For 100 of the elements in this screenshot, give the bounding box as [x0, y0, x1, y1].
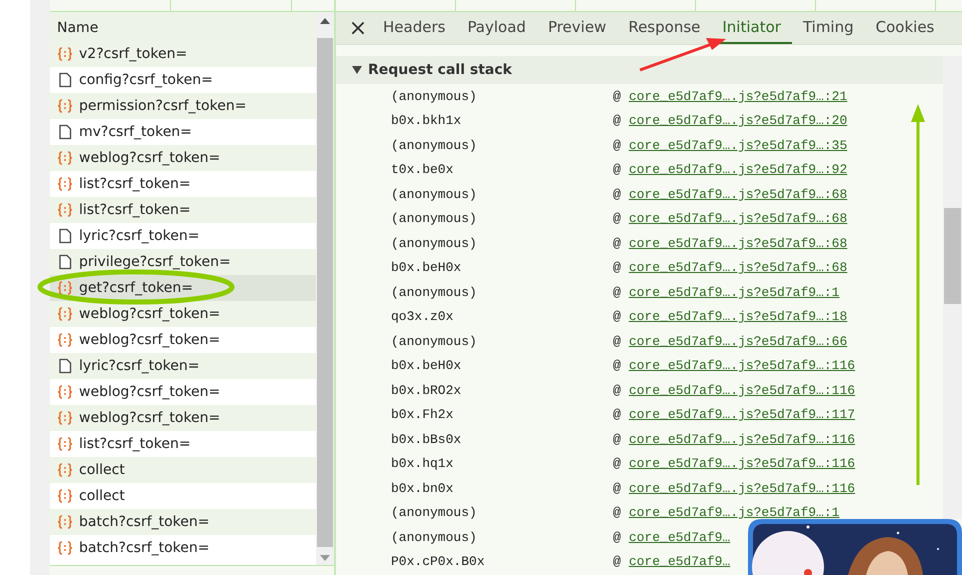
code-braces-icon	[57, 462, 73, 478]
source-link[interactable]: core_e5d7af9…	[628, 554, 730, 570]
code-braces-icon	[57, 332, 73, 348]
source-link[interactable]: core_e5d7af9…	[628, 530, 730, 545]
document-icon	[57, 358, 73, 374]
tab[interactable]: Cookies	[864, 12, 946, 44]
code-braces-icon	[57, 540, 73, 556]
at-sign: @	[613, 309, 621, 324]
request-row[interactable]: weblog?csrf_token=	[50, 145, 316, 171]
at-sign: @	[613, 211, 621, 226]
at-sign: @	[613, 113, 621, 128]
down-arrow-icon[interactable]	[320, 555, 330, 561]
up-arrow-icon[interactable]	[320, 18, 330, 24]
tab[interactable]: Payload	[456, 12, 537, 44]
code-braces-icon	[57, 176, 73, 192]
function-name: (anonymous)	[390, 505, 478, 520]
source-link[interactable]: core_e5d7af9….js?e5d7af9…:92	[628, 162, 848, 178]
source-link[interactable]: core_e5d7af9….js?e5d7af9…:68	[628, 211, 848, 226]
code-braces-icon	[57, 488, 73, 504]
at-sign: @	[613, 554, 621, 570]
function-name: b0x.beH0x	[390, 260, 462, 276]
function-name: (anonymous)	[390, 186, 478, 202]
source-link[interactable]: core_e5d7af9….js?e5d7af9…:68	[628, 236, 848, 251]
source-link[interactable]: core_e5d7af9….js?e5d7af9…:116	[628, 456, 856, 472]
document-icon	[57, 72, 73, 88]
scrollbar[interactable]	[943, 56, 962, 519]
request-row[interactable]: batch?csrf_token=	[50, 509, 316, 535]
function-name: b0x.bn0x	[390, 480, 454, 496]
tab[interactable]: Preview	[536, 12, 618, 44]
tab[interactable]: Timing	[792, 12, 865, 44]
request-row[interactable]: collect	[50, 457, 316, 483]
code-braces-icon	[57, 150, 73, 166]
code-braces-icon	[57, 436, 73, 452]
code-braces-icon	[57, 98, 73, 114]
tab[interactable]: Headers	[372, 12, 456, 44]
source-link[interactable]: core_e5d7af9….js?e5d7af9…:116	[628, 432, 856, 447]
source-link[interactable]: core_e5d7af9….js?e5d7af9…:20	[628, 113, 848, 128]
function-name: b0x.bRO2x	[390, 382, 462, 398]
at-sign: @	[613, 162, 621, 178]
source-link[interactable]: core_e5d7af9….js?e5d7af9…:1	[628, 284, 840, 300]
source-link[interactable]: core_e5d7af9….js?e5d7af9…:117	[628, 407, 856, 422]
function-name: (anonymous)	[390, 88, 478, 104]
tab[interactable]: Response	[617, 12, 712, 44]
at-sign: @	[613, 407, 621, 422]
at-sign: @	[613, 432, 621, 447]
at-sign: @	[613, 505, 621, 520]
function-name: b0x.bBs0x	[390, 432, 462, 447]
request-row[interactable]: privilege?csrf_token=	[50, 249, 316, 275]
source-link[interactable]: core_e5d7af9….js?e5d7af9…:66	[628, 334, 848, 349]
request-row[interactable]: weblog?csrf_token=	[50, 405, 316, 431]
function-name: qo3x.z0x	[390, 309, 454, 324]
function-name: (anonymous)	[390, 138, 478, 153]
request-row[interactable]: permission?csrf_token=	[50, 93, 316, 119]
code-braces-icon	[57, 280, 73, 296]
source-link[interactable]: core_e5d7af9….js?e5d7af9…:68	[628, 186, 848, 202]
request-row[interactable]: v2?csrf_token=	[50, 41, 316, 67]
at-sign: @	[613, 530, 621, 545]
at-sign: @	[613, 236, 621, 251]
function-name: (anonymous)	[390, 211, 478, 226]
at-sign: @	[613, 186, 621, 202]
document-icon	[57, 124, 73, 140]
function-name: b0x.Fh2x	[390, 407, 454, 422]
request-row[interactable]: weblog?csrf_token=	[50, 301, 316, 327]
function-name: (anonymous)	[390, 334, 478, 349]
source-link[interactable]: core_e5d7af9….js?e5d7af9…:116	[628, 382, 856, 398]
function-name: t0x.be0x	[390, 162, 454, 178]
caret-icon	[352, 66, 362, 74]
code-braces-icon	[57, 514, 73, 530]
source-link[interactable]: core_e5d7af9….js?e5d7af9…:1	[628, 505, 840, 520]
function-name: (anonymous)	[390, 284, 478, 300]
request-row[interactable]: list?csrf_token=	[50, 197, 316, 223]
code-braces-icon	[57, 306, 73, 322]
source-link[interactable]: core_e5d7af9….js?e5d7af9…:116	[628, 480, 856, 496]
source-link[interactable]: core_e5d7af9….js?e5d7af9…:68	[628, 260, 848, 276]
at-sign: @	[613, 382, 621, 398]
at-sign: @	[613, 334, 621, 349]
code-braces-icon	[57, 384, 73, 400]
function-name: P0x.cP0x.B0x	[390, 554, 486, 570]
at-sign: @	[613, 88, 621, 104]
function-name: b0x.hq1x	[390, 456, 454, 472]
document-icon	[57, 254, 73, 270]
scrollbar[interactable]	[316, 12, 334, 565]
document-icon	[57, 228, 73, 244]
at-sign: @	[613, 260, 621, 276]
function-name: b0x.beH0x	[390, 358, 462, 374]
at-sign: @	[613, 480, 621, 496]
at-sign: @	[613, 456, 621, 472]
source-link[interactable]: core_e5d7af9….js?e5d7af9…:18	[628, 309, 848, 324]
at-sign: @	[613, 284, 621, 300]
function-name: (anonymous)	[390, 530, 478, 545]
code-braces-icon	[57, 46, 73, 62]
source-link[interactable]: core_e5d7af9….js?e5d7af9…:35	[628, 138, 848, 153]
section-header[interactable]: Request call stack	[336, 56, 943, 84]
close-button[interactable]: ×	[344, 12, 372, 44]
code-braces-icon	[57, 410, 73, 426]
at-sign: @	[613, 138, 621, 153]
code-braces-icon	[57, 202, 73, 218]
source-link[interactable]: core_e5d7af9….js?e5d7af9…:116	[628, 358, 856, 374]
source-link[interactable]: core_e5d7af9….js?e5d7af9…:21	[628, 88, 848, 104]
request-row[interactable]: lyric?csrf_token=	[50, 353, 316, 379]
